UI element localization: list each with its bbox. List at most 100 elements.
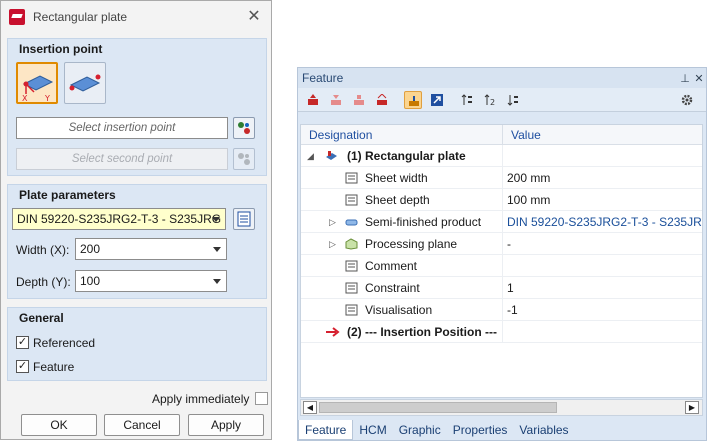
table-row[interactable]: Constraint 1 [301, 277, 702, 299]
recalculate-down-button[interactable] [327, 91, 345, 109]
table-row[interactable]: Sheet width 200 mm [301, 167, 702, 189]
feature-label: Feature [33, 360, 75, 374]
depth-value: 100 [80, 274, 101, 288]
parameter-icon [345, 172, 358, 184]
row-name: Comment [365, 259, 418, 273]
insertion-arrow-icon [326, 327, 340, 337]
row-value [503, 255, 702, 276]
table-row[interactable]: ▷ Semi-finished product DIN 59220-S235JR… [301, 211, 702, 233]
row-name: (1) Rectangular plate [347, 149, 466, 163]
panel-tabs: Feature HCM Graphic Properties Variables [298, 420, 575, 440]
row-name: Constraint [365, 281, 420, 295]
table-row[interactable]: ◢ (1) Rectangular plate [301, 145, 702, 167]
recalculate-button[interactable] [304, 91, 322, 109]
jump-arrow-icon [431, 94, 443, 106]
pick-insertion-point-button[interactable] [233, 117, 255, 139]
tab-graphic[interactable]: Graphic [393, 420, 447, 440]
app-logo-icon [9, 9, 25, 25]
row-value [503, 145, 702, 166]
svg-text:X: X [22, 94, 28, 102]
horizontal-scrollbar[interactable]: ◀ ▶ [300, 399, 703, 416]
sort-numbered-icon: 2 [484, 94, 495, 106]
table-row[interactable]: Visualisation -1 [301, 299, 702, 321]
sort-ascending-icon [461, 94, 472, 105]
width-value: 200 [80, 242, 101, 256]
pin-icon[interactable]: ⊥ [678, 72, 692, 85]
expand-icon[interactable]: ▷ [329, 233, 336, 255]
close-icon[interactable]: ✕ [692, 72, 706, 85]
feature-toolbar: 2 [298, 88, 706, 112]
collapse-icon[interactable]: ◢ [307, 145, 314, 167]
row-value: 200 mm [507, 171, 551, 185]
scroll-right-icon[interactable]: ▶ [685, 401, 699, 414]
plate-parameters-title: Plate parameters [19, 188, 116, 202]
feature-mode-button[interactable] [404, 91, 422, 109]
referenced-label: Referenced [33, 336, 96, 350]
depth-label: Depth (Y): [16, 275, 71, 289]
referenced-checkbox[interactable]: ✓ [16, 336, 29, 349]
recalculate-icon [308, 94, 318, 105]
table-row[interactable]: ▷ Processing plane - [301, 233, 702, 255]
recalculate-selected-icon [377, 94, 387, 105]
jump-to-button[interactable] [428, 91, 446, 109]
sort-numbered-button[interactable]: 2 [481, 91, 499, 109]
insertion-by-two-points-button[interactable] [64, 62, 106, 104]
recalculate-down-icon [331, 95, 341, 105]
gear-icon [681, 94, 693, 106]
tab-hcm[interactable]: HCM [353, 420, 392, 440]
scroll-left-icon[interactable]: ◀ [303, 401, 317, 414]
feature-panel-title: Feature [302, 71, 344, 85]
sort-descending-button[interactable] [504, 91, 522, 109]
designation-column-header[interactable]: Designation [301, 125, 503, 144]
ok-button[interactable]: OK [21, 414, 97, 436]
catalog-icon [237, 211, 251, 227]
close-icon[interactable]: ✕ [245, 8, 263, 26]
table-row[interactable]: (2) --- Insertion Position --- [301, 321, 702, 343]
recalculate-all-button[interactable] [350, 91, 368, 109]
width-select[interactable]: 200 [75, 238, 227, 260]
sort-ascending-button[interactable] [458, 91, 476, 109]
value-column-header[interactable]: Value [503, 125, 541, 144]
depth-select[interactable]: 100 [75, 270, 227, 292]
apply-immediately-label: Apply immediately [152, 392, 250, 406]
chevron-down-icon [213, 247, 221, 252]
scrollbar-thumb[interactable] [319, 402, 557, 413]
row-name: Semi-finished product [365, 215, 482, 229]
grid-header: Designation Value [301, 125, 702, 145]
row-name: Visualisation [365, 303, 433, 317]
insertion-point-title: Insertion point [19, 42, 103, 56]
row-name: Sheet depth [365, 193, 430, 207]
feature-checkbox[interactable]: ✓ [16, 360, 29, 373]
insertion-by-corner-button[interactable]: X Y [16, 62, 58, 104]
expand-icon[interactable]: ▷ [329, 211, 336, 233]
apply-button[interactable]: Apply [188, 414, 264, 436]
cancel-button[interactable]: Cancel [104, 414, 180, 436]
plate-corner-icon: X Y [22, 75, 54, 103]
processing-plane-icon [345, 238, 358, 250]
row-value: 100 mm [507, 193, 551, 207]
material-catalog-button[interactable] [233, 208, 255, 230]
apply-immediately-checkbox[interactable] [255, 392, 268, 405]
select-insertion-point-field[interactable]: Select insertion point [16, 117, 228, 139]
recalculate-selected-button[interactable] [373, 91, 391, 109]
table-row[interactable]: Comment [301, 255, 702, 277]
tab-variables[interactable]: Variables [513, 420, 574, 440]
general-title: General [19, 311, 64, 325]
parameter-icon [345, 282, 358, 294]
pick-point-icon [238, 122, 250, 134]
row-name: Sheet width [365, 171, 428, 185]
pick-point-icon [238, 153, 250, 165]
row-value: 1 [507, 281, 514, 295]
row-name: Processing plane [365, 237, 458, 251]
material-select[interactable]: DIN 59220-S235JRG2-T-3 - S235JRG [12, 208, 226, 230]
rectangular-plate-dialog: Rectangular plate ✕ Insertion point X Y … [0, 0, 272, 440]
recalculate-all-icon [354, 95, 364, 105]
settings-button[interactable] [678, 91, 696, 109]
width-label: Width (X): [16, 243, 70, 257]
feature-grid: Designation Value ◢ (1) Rectangular plat… [300, 124, 703, 398]
row-value: - [507, 237, 511, 251]
tab-properties[interactable]: Properties [447, 420, 514, 440]
parameter-icon [345, 260, 358, 272]
tab-feature[interactable]: Feature [298, 420, 354, 440]
table-row[interactable]: Sheet depth 100 mm [301, 189, 702, 211]
